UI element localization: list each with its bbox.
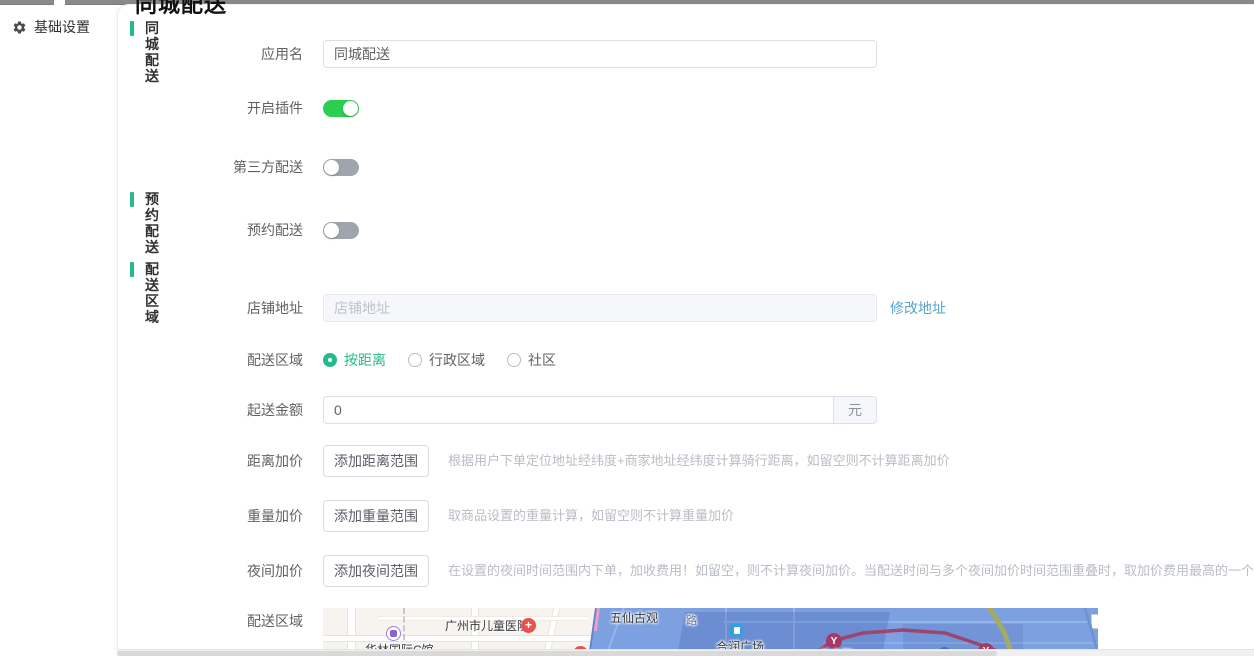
- night-markup-hint: 在设置的夜间时间范围内下单，加收费用！如留空，则不计算夜间加价。当配送时间与多个…: [448, 563, 1254, 578]
- row-area-mode: 配送区域 按距离 行政区域 社区: [117, 352, 1254, 368]
- row-third-party: 第三方配送: [117, 159, 1254, 176]
- row-min-amount: 起送金额 元: [117, 396, 1254, 424]
- sidebar-item-label: 基础设置: [34, 19, 90, 35]
- map-label-children-hospital: 广州市儿童医院: [445, 619, 530, 633]
- row-reserve: 预约配送: [117, 222, 1254, 239]
- min-amount-input[interactable]: [323, 396, 833, 424]
- page-title: 同城配送: [135, 0, 228, 17]
- radio-label: 社区: [528, 352, 556, 368]
- radio-by-distance[interactable]: 按距离: [323, 350, 386, 370]
- plaza-poi-icon: [729, 623, 744, 638]
- add-night-range-button[interactable]: 添加夜间范围: [323, 555, 429, 587]
- hospital-icon: +: [521, 618, 536, 633]
- section-accent-bar: [130, 262, 134, 277]
- horizontal-scrollbar-thumb[interactable]: [117, 651, 997, 656]
- radio-community[interactable]: 社区: [507, 350, 556, 370]
- app-name-label: 应用名: [261, 46, 303, 62]
- section-accent-bar: [130, 192, 134, 207]
- night-markup-label: 夜间加价: [247, 563, 303, 579]
- distance-markup-hint: 根据用户下单定位地址经纬度+商家地址经纬度计算骑行距离，如留空则不计算距离加价: [448, 453, 950, 468]
- shop-address-input[interactable]: [323, 294, 877, 322]
- row-weight-markup: 重量加价 添加重量范围 取商品设置的重量计算，如留空则不计算重量加价: [117, 500, 1254, 532]
- modify-address-link[interactable]: 修改地址: [890, 294, 946, 322]
- plugin-toggle[interactable]: [323, 100, 359, 117]
- radio-dot: [507, 353, 521, 367]
- toggle-knob: [324, 223, 339, 238]
- row-app-name: 应用名: [117, 40, 1254, 68]
- radio-admin-region[interactable]: 行政区域: [408, 350, 485, 370]
- toggle-knob: [343, 101, 358, 116]
- distance-markup-label: 距离加价: [247, 453, 303, 469]
- horizontal-scrollbar: [117, 649, 1254, 656]
- shop-address-label: 店铺地址: [247, 300, 303, 316]
- third-party-label: 第三方配送: [233, 159, 303, 175]
- radio-dot: [323, 353, 337, 367]
- area-mode-label: 配送区域: [247, 352, 303, 368]
- row-shop-address: 店铺地址 修改地址: [117, 294, 1254, 322]
- toggle-knob: [324, 160, 339, 175]
- sidebar: 基础设置: [0, 5, 117, 656]
- min-amount-unit: 元: [833, 396, 877, 424]
- map-area-label: 配送区域: [247, 613, 303, 629]
- row-distance-markup: 距离加价 添加距离范围 根据用户下单定位地址经纬度+商家地址经纬度计算骑行距离，…: [117, 445, 1254, 477]
- screen: 同城配送 基础设置 同城配送 应用名 开启插件 第三方配送 预约配送 预约配送: [0, 0, 1254, 656]
- reserve-label: 预约配送: [247, 222, 303, 238]
- map-label-wuxian: 五仙古观: [610, 611, 659, 625]
- min-amount-group: 元: [323, 396, 877, 424]
- map-label-road: 路: [686, 615, 697, 627]
- plugin-label: 开启插件: [247, 100, 303, 116]
- section-accent-bar: [130, 21, 134, 36]
- third-party-toggle[interactable]: [323, 159, 359, 176]
- weight-markup-hint: 取商品设置的重量计算，如留空则不计算重量加价: [448, 508, 735, 523]
- row-plugin: 开启插件: [117, 100, 1254, 117]
- gear-icon: [12, 20, 27, 35]
- app-name-input[interactable]: [323, 40, 877, 68]
- add-distance-range-button[interactable]: 添加距离范围: [323, 445, 429, 477]
- row-night-markup: 夜间加价 添加夜间范围 在设置的夜间时间范围内下单，加收费用！如留空，则不计算夜…: [117, 555, 1254, 587]
- radio-label: 行政区域: [429, 352, 485, 368]
- mall-poi-icon: [386, 626, 401, 641]
- area-mode-radio-group: 按距离 行政区域 社区: [323, 352, 578, 368]
- reserve-toggle[interactable]: [323, 222, 359, 239]
- radio-dot: [408, 353, 422, 367]
- radio-label: 按距离: [344, 352, 386, 368]
- min-amount-label: 起送金额: [247, 402, 303, 418]
- weight-markup-label: 重量加价: [247, 508, 303, 524]
- sidebar-item-basic-settings[interactable]: 基础设置: [12, 18, 90, 36]
- add-weight-range-button[interactable]: 添加重量范围: [323, 500, 429, 532]
